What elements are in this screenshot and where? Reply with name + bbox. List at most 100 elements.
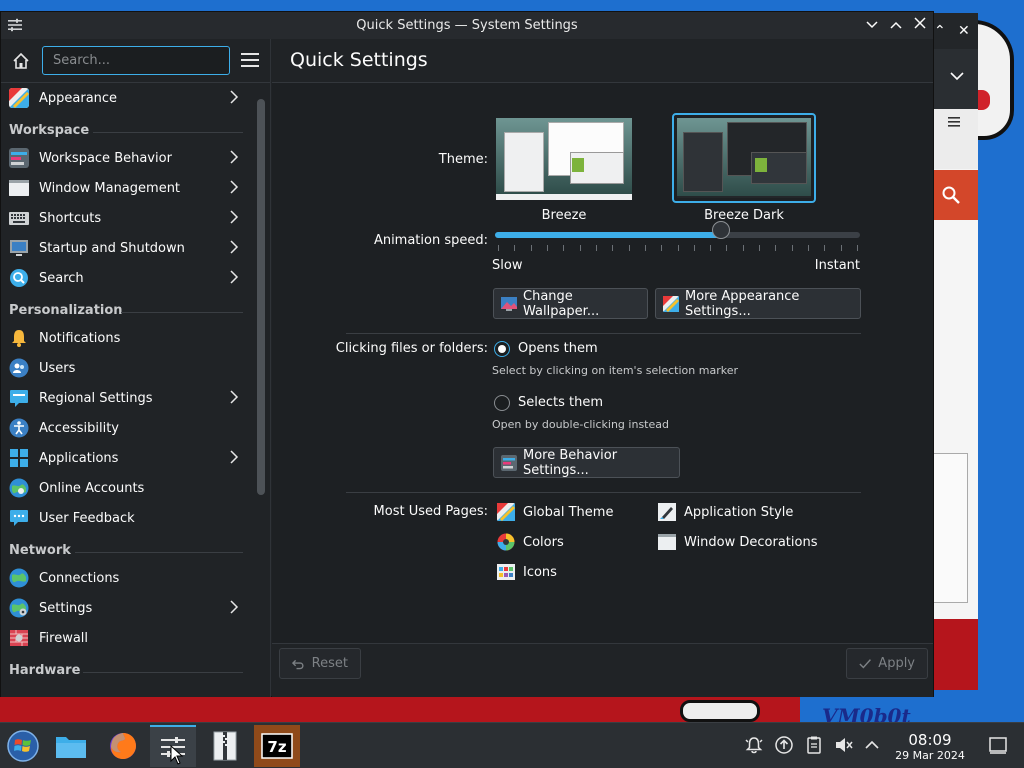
slider-tick xyxy=(514,245,516,251)
most-used-colors[interactable]: Colors xyxy=(497,533,564,551)
search-input[interactable] xyxy=(42,46,230,75)
minimize-icon xyxy=(866,21,878,29)
folder-icon xyxy=(56,737,86,758)
window-titlebar[interactable]: Quick Settings — System Settings xyxy=(1,12,933,39)
selects-them-label[interactable]: Selects them xyxy=(518,395,603,410)
slider-tick xyxy=(857,245,858,251)
7zip-icon: 7z xyxy=(261,733,293,759)
more-appearance-settings-button[interactable]: More Appearance Settings... xyxy=(655,288,861,319)
sidebar-item-appearance[interactable]: Appearance xyxy=(1,83,253,113)
most-used-window-decorations[interactable]: Window Decorations xyxy=(658,533,818,551)
taskbar-archive-manager[interactable] xyxy=(202,725,248,767)
sidebar-item-label: Shortcuts xyxy=(39,210,102,226)
slider-tick xyxy=(563,245,565,251)
taskbar-7zip[interactable]: 7z xyxy=(254,725,300,767)
taskbar-system-settings[interactable] xyxy=(150,725,196,767)
sidebar-item-user-feedback[interactable]: User Feedback xyxy=(1,503,253,533)
close-button[interactable] xyxy=(911,16,929,34)
most-used-application-style[interactable]: Application Style xyxy=(658,503,793,521)
taskbar-firefox[interactable] xyxy=(100,725,146,767)
home-icon[interactable] xyxy=(11,51,31,71)
section-divider xyxy=(121,312,243,313)
opens-them-hint: Select by clicking on item's selection m… xyxy=(492,364,738,377)
sidebar-item-applications[interactable]: Applications xyxy=(1,443,253,473)
global-theme-icon xyxy=(497,503,515,521)
sidebar-item-startup-shutdown[interactable]: Startup and Shutdown xyxy=(1,233,253,263)
sidebar-item-shortcuts[interactable]: Shortcuts xyxy=(1,203,253,233)
sidebar-item-regional-settings[interactable]: Regional Settings xyxy=(1,383,253,413)
clipboard-tray-icon[interactable] xyxy=(804,735,824,755)
chevron-right-icon xyxy=(230,450,239,464)
reset-label: Reset xyxy=(311,656,348,671)
section-divider xyxy=(75,552,243,553)
chevron-right-icon xyxy=(230,600,239,614)
slider-tick xyxy=(710,245,712,251)
sidebar-item-firewall[interactable]: Firewall xyxy=(1,623,253,653)
background-window-panel xyxy=(930,453,968,603)
sidebar-item-label: Workspace Behavior xyxy=(39,150,172,166)
most-used-global-theme[interactable]: Global Theme xyxy=(497,503,613,521)
chevron-right-icon xyxy=(230,90,239,104)
quick-settings-form: Theme: Breeze Breeze Dark Animation spee… xyxy=(272,83,933,643)
sidebar-item-online-accounts[interactable]: Online Accounts xyxy=(1,473,253,503)
feedback-icon xyxy=(10,510,28,526)
apply-label: Apply xyxy=(878,656,915,671)
slider-fill xyxy=(495,232,722,238)
most-used-icons[interactable]: Icons xyxy=(497,563,557,581)
selects-them-radio[interactable] xyxy=(494,395,510,411)
background-window-titlebar[interactable]: ⌃ ✕ xyxy=(930,13,978,49)
reset-button[interactable]: Reset xyxy=(279,648,361,679)
update-tray-icon[interactable] xyxy=(774,735,794,755)
theme-card-breeze-dark[interactable] xyxy=(672,113,816,203)
search-icon[interactable] xyxy=(942,186,960,204)
apply-button[interactable]: Apply xyxy=(846,648,928,679)
maximize-button[interactable] xyxy=(887,16,905,34)
sidebar-item-window-management[interactable]: Window Management xyxy=(1,173,253,203)
applications-icon xyxy=(10,449,28,467)
notifications-tray-icon[interactable] xyxy=(744,735,764,755)
theme-label: Theme: xyxy=(438,152,488,167)
breeze-preview xyxy=(496,118,632,200)
slider-min-label: Slow xyxy=(492,258,523,273)
sidebar-item-accessibility[interactable]: Accessibility xyxy=(1,413,253,443)
chevron-down-icon[interactable] xyxy=(950,71,964,81)
sidebar-item-search[interactable]: Search xyxy=(1,263,253,293)
hamburger-menu-icon[interactable] xyxy=(241,53,259,67)
maximize-icon[interactable]: ⌃ xyxy=(934,22,946,40)
sidebar-header xyxy=(1,39,270,83)
slider-tick xyxy=(775,245,777,251)
background-window-toolbar xyxy=(930,49,978,109)
sidebar-item-label: Settings xyxy=(39,600,93,616)
sidebar-scrollbar[interactable] xyxy=(257,99,265,495)
close-icon[interactable]: ✕ xyxy=(958,22,970,40)
slider-tick xyxy=(693,245,695,251)
start-menu-button[interactable] xyxy=(0,725,46,767)
clock-time[interactable]: 08:09 xyxy=(896,731,964,749)
sidebar-item-notifications[interactable]: Notifications xyxy=(1,323,253,353)
sidebar-item-label: Appearance xyxy=(39,90,118,106)
background-window[interactable]: ⌃ ✕ xyxy=(930,13,978,690)
theme-card-breeze[interactable] xyxy=(492,114,636,204)
taskbar-file-manager[interactable] xyxy=(48,725,94,767)
minimize-button[interactable] xyxy=(863,16,881,34)
svg-text:7z: 7z xyxy=(267,738,286,756)
animation-speed-slider[interactable] xyxy=(495,232,860,238)
menu-icon[interactable] xyxy=(948,117,960,127)
sidebar-item-network-settings[interactable]: Settings xyxy=(1,593,253,623)
more-behavior-settings-button[interactable]: More Behavior Settings... xyxy=(493,447,680,478)
sidebar-item-label: Search xyxy=(39,270,84,286)
slider-tick xyxy=(546,245,548,251)
sidebar-item-users[interactable]: Users xyxy=(1,353,253,383)
chevron-up-icon[interactable] xyxy=(862,735,882,755)
opens-them-radio[interactable] xyxy=(494,341,510,357)
change-wallpaper-button[interactable]: Change Wallpaper... xyxy=(493,288,648,319)
sidebar-section-hardware: Hardware xyxy=(1,653,253,683)
mouse-cursor-icon xyxy=(170,745,184,765)
sidebar-item-workspace-behavior[interactable]: Workspace Behavior xyxy=(1,143,253,173)
opens-them-label[interactable]: Opens them xyxy=(518,341,598,356)
background-window-search-bar[interactable] xyxy=(930,170,978,220)
show-desktop-icon[interactable] xyxy=(988,735,1008,755)
clock-date[interactable]: 29 Mar 2024 xyxy=(888,749,972,762)
volume-muted-tray-icon[interactable] xyxy=(834,735,854,755)
sidebar-item-connections[interactable]: Connections xyxy=(1,563,253,593)
